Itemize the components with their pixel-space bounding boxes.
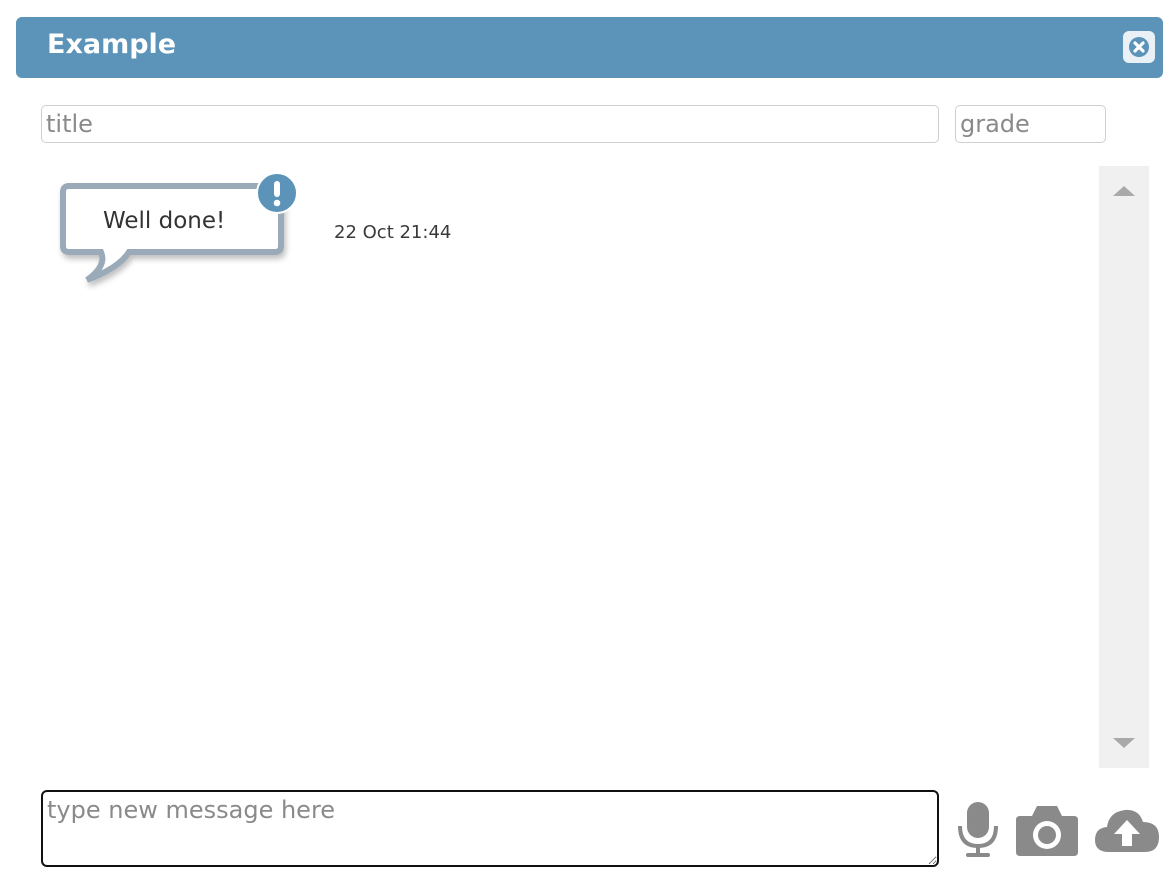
close-button[interactable] bbox=[1123, 31, 1155, 63]
list-item[interactable]: Well done! 22 Oct 21:44 bbox=[49, 170, 549, 290]
scroll-up-arrow-icon[interactable] bbox=[1113, 186, 1135, 196]
message-input[interactable] bbox=[41, 790, 939, 867]
close-icon bbox=[1129, 37, 1149, 57]
microphone-icon[interactable] bbox=[955, 800, 1001, 860]
message-timestamp: 22 Oct 21:44 bbox=[334, 222, 452, 243]
dialog-window: Example Well done! bbox=[0, 0, 1172, 895]
message-text: Well done! bbox=[103, 208, 226, 234]
scrollbar[interactable] bbox=[1099, 166, 1149, 768]
cloud-upload-icon[interactable] bbox=[1093, 800, 1161, 860]
message-list: Well done! 22 Oct 21:44 bbox=[41, 166, 1097, 768]
scroll-down-arrow-icon[interactable] bbox=[1113, 738, 1135, 748]
grade-input[interactable] bbox=[955, 105, 1106, 143]
window-title: Example bbox=[47, 29, 177, 60]
title-input[interactable] bbox=[41, 105, 939, 143]
titlebar: Example bbox=[16, 17, 1163, 78]
camera-icon[interactable] bbox=[1014, 800, 1080, 860]
exclamation-icon bbox=[256, 172, 298, 214]
